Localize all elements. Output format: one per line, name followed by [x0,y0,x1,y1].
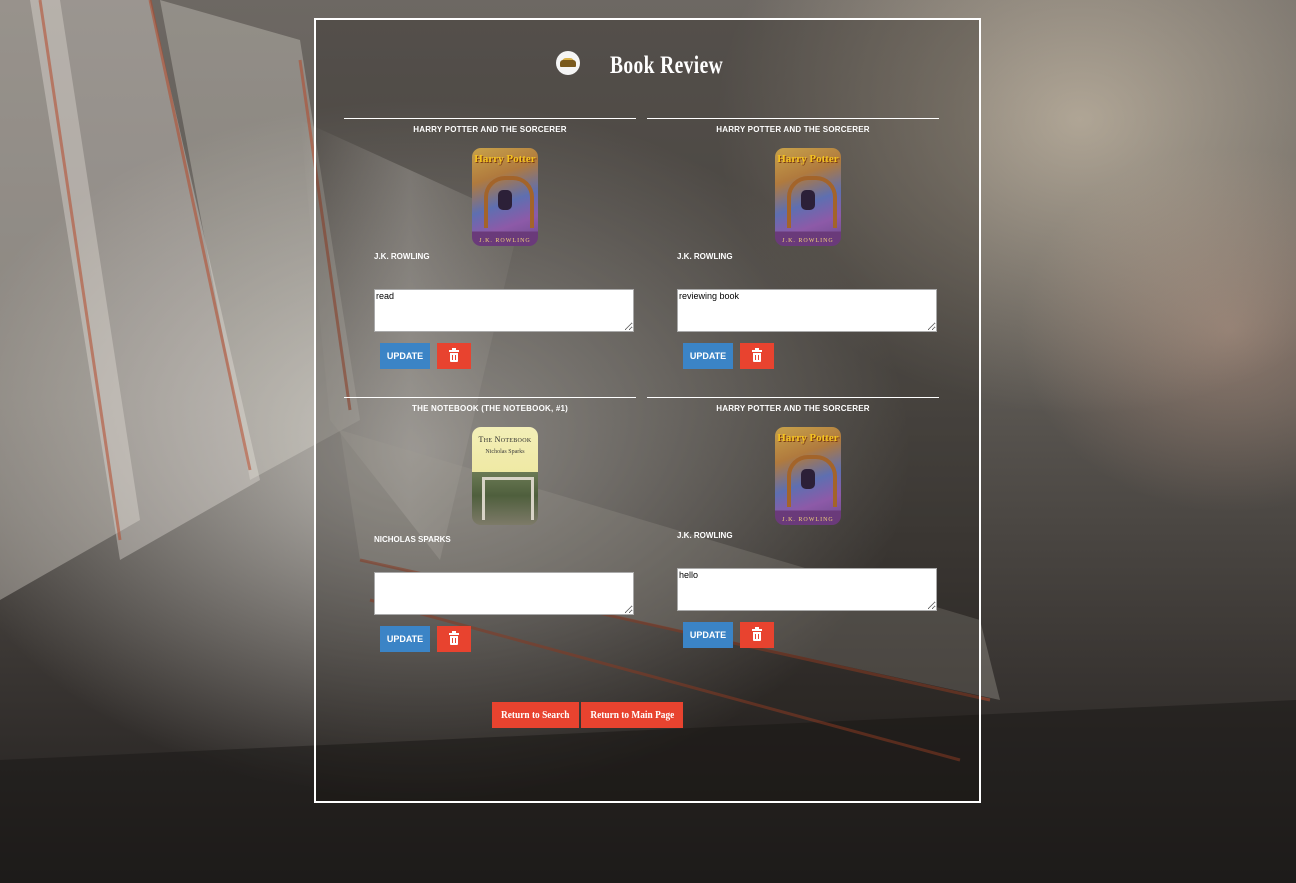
book-author: J.K. Rowling [677,252,733,261]
page-title: Book Review [610,52,724,79]
book-author: J.K. Rowling [374,252,430,261]
book-logo-icon [555,51,580,75]
book-cover-image: The Notebook Nicholas Sparks [472,427,538,525]
card-divider [344,118,636,119]
trash-icon [449,631,459,645]
delete-button[interactable] [740,343,774,369]
book-title: The Notebook (The Notebook, #1) [412,404,568,413]
trash-icon [752,627,762,641]
update-button[interactable]: Update [683,622,733,648]
trash-icon [449,348,459,362]
delete-button[interactable] [437,343,471,369]
book-cover-image: Harry Potter J.K. ROWLING [775,427,841,525]
review-card: The Notebook (The Notebook, #1) The Note… [344,397,636,657]
book-author: J.K. Rowling [677,531,733,540]
book-title: Harry Potter and the Sorcerer [413,125,567,134]
card-divider [344,397,636,398]
review-textarea[interactable]: hello [677,568,937,611]
review-textarea[interactable]: reviewing book [677,289,937,332]
page-header: Book Review [316,51,979,80]
update-button[interactable]: Update [683,343,733,369]
delete-button[interactable] [437,626,471,652]
book-author: Nicholas Sparks [374,535,451,544]
review-card: Harry Potter and the Sorcerer Harry Pott… [647,397,939,657]
return-to-search-button[interactable]: Return to Search [492,702,579,728]
update-button[interactable]: Update [380,343,430,369]
card-divider [647,118,939,119]
trash-icon [752,348,762,362]
review-textarea[interactable] [374,572,634,615]
book-title: Harry Potter and the Sorcerer [716,125,870,134]
book-title: Harry Potter and the Sorcerer [716,404,870,413]
review-panel: Book Review Harry Potter and the Sorcere… [314,18,981,803]
review-card: Harry Potter and the Sorcerer Harry Pott… [344,118,636,378]
update-button[interactable]: Update [380,626,430,652]
delete-button[interactable] [740,622,774,648]
card-divider [647,397,939,398]
book-cover-image: Harry Potter J.K. ROWLING [775,148,841,246]
review-card: Harry Potter and the Sorcerer Harry Pott… [647,118,939,378]
book-cover-image: Harry Potter J.K. ROWLING [472,148,538,246]
review-textarea[interactable]: read [374,289,634,332]
return-to-main-page-button[interactable]: Return to Main Page [581,702,683,728]
